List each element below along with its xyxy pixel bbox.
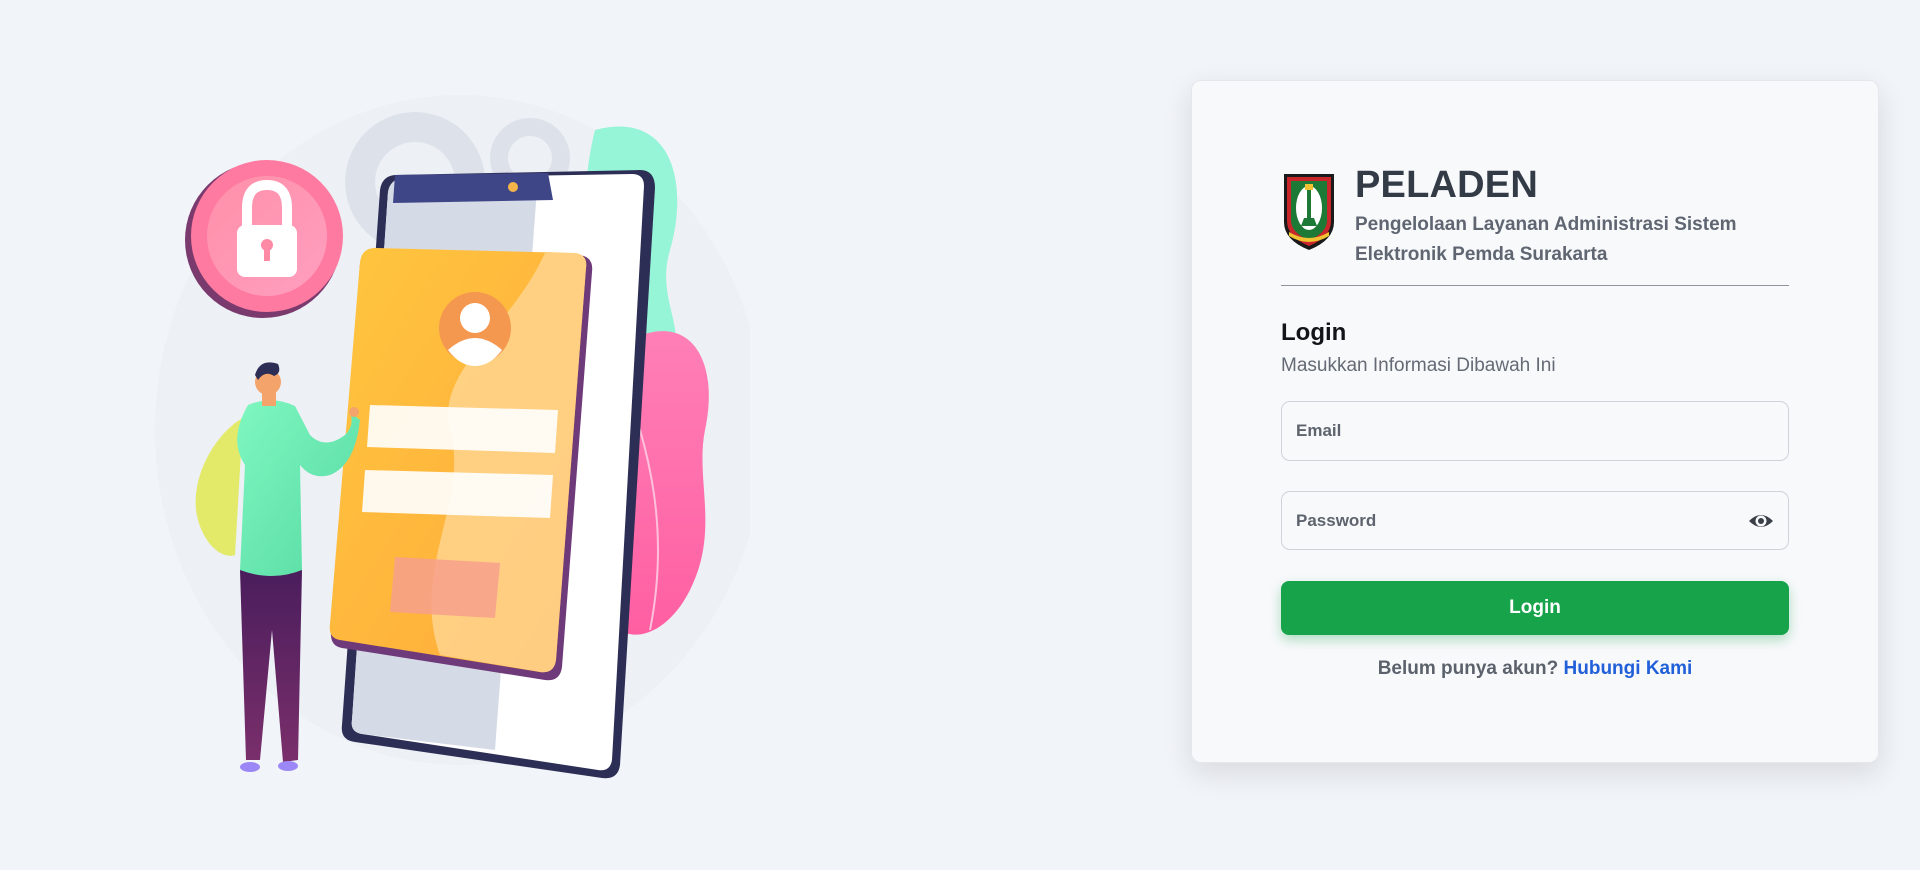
login-page: PELADEN Pengelolaan Layanan Administrasi…	[0, 0, 1920, 870]
login-subheading: Masukkan Informasi Dibawah Ini	[1281, 355, 1556, 376]
email-field-container	[1281, 401, 1789, 461]
login-illustration	[150, 70, 750, 790]
login-heading: Login	[1281, 319, 1347, 346]
signup-prompt: Belum punya akun? Hubungi Kami	[1281, 658, 1789, 680]
login-card: PELADEN Pengelolaan Layanan Administrasi…	[1191, 80, 1879, 763]
app-title: PELADEN	[1355, 164, 1538, 206]
eye-icon[interactable]	[1748, 509, 1774, 533]
app-subtitle: Pengelolaan Layanan Administrasi Sistem …	[1355, 214, 1737, 265]
brand-header: PELADEN Pengelolaan Layanan Administrasi…	[1281, 164, 1789, 265]
contact-us-link[interactable]: Hubungi Kami	[1564, 658, 1693, 679]
email-input[interactable]	[1282, 402, 1788, 460]
password-input[interactable]	[1282, 492, 1788, 549]
login-button[interactable]: Login	[1281, 581, 1789, 635]
password-field-container	[1281, 491, 1789, 550]
surakarta-emblem-icon	[1284, 174, 1334, 250]
header-divider	[1281, 285, 1789, 286]
signup-prompt-text: Belum punya akun?	[1377, 658, 1559, 679]
